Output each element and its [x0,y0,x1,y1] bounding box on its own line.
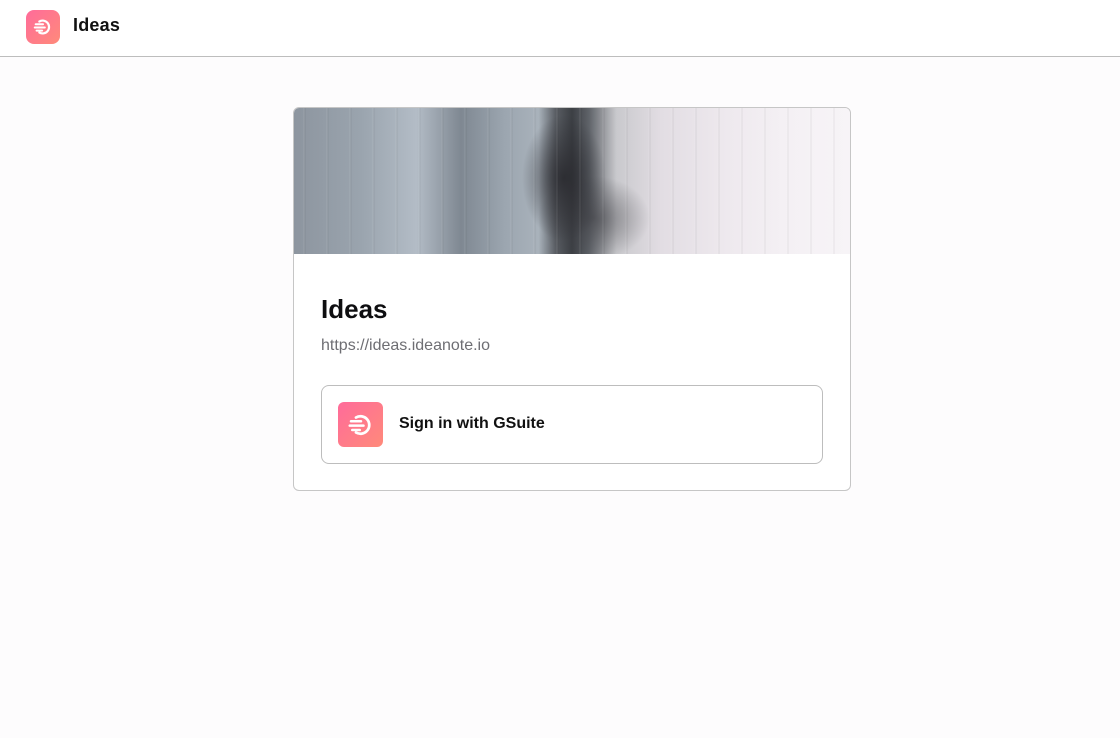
workspace-url: https://ideas.ideanote.io [321,337,491,354]
top-bar: Ideas [0,0,1120,57]
rainy-window-cover-image [294,108,850,254]
cover-rain-overlay [294,108,850,254]
ideanote-logo-icon[interactable] [26,10,60,44]
ideanote-logo-icon [338,402,383,447]
workspace-title: Ideas [321,294,388,324]
signin-gsuite-label: Sign in with GSuite [399,415,545,432]
signin-gsuite-button[interactable]: Sign in with GSuite [321,385,823,464]
app-title[interactable]: Ideas [73,15,120,36]
workspace-card: Ideas https://ideas.ideanote.io Sign in … [293,107,851,491]
